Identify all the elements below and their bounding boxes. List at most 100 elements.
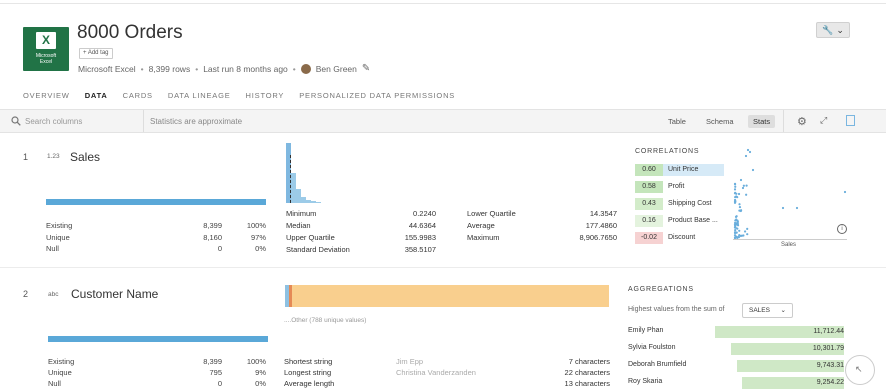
scatter-point xyxy=(737,235,740,239)
stat-value: 0.2240 xyxy=(413,209,436,218)
stat-value: 14.3547 xyxy=(589,209,617,218)
correlation-value: 0.60 xyxy=(635,164,663,176)
aggregation-name: Sylvia Foulston xyxy=(628,344,676,351)
cursor-icon: ↖ xyxy=(855,364,863,374)
owner-link[interactable]: Ben Green xyxy=(316,64,357,74)
scatter-point xyxy=(736,220,739,223)
correlation-row[interactable]: 0.16 Product Base ... xyxy=(635,215,724,227)
aggregation-name: Deborah Brumfield xyxy=(628,361,687,368)
string-stat-value: 7 characters xyxy=(568,357,610,366)
excel-logo: X Microsoft Excel xyxy=(23,27,69,71)
expand-icon[interactable]: ⤢ xyxy=(820,115,827,126)
histogram-bar xyxy=(316,202,321,203)
category-segment xyxy=(289,285,292,307)
chevron-down-icon: ⌄ xyxy=(836,24,844,35)
stat-label: Lower Quartile xyxy=(467,209,516,218)
stat-value: 0 xyxy=(217,244,222,253)
stat-percent: 100% xyxy=(246,221,266,230)
stat-label: Unique xyxy=(48,368,72,377)
stat-percent: 9% xyxy=(255,368,266,377)
completeness-bar xyxy=(48,336,268,342)
view-stats-button[interactable]: Stats xyxy=(748,115,776,128)
stat-label: Standard Deviation xyxy=(286,245,350,254)
last-run: Last run 8 months ago xyxy=(203,63,288,74)
avatar xyxy=(300,63,311,74)
stat-label: Existing xyxy=(46,221,73,230)
scatter-point xyxy=(745,184,748,187)
column-name-sales[interactable]: Sales xyxy=(70,150,100,164)
wrench-icon: 🔧 xyxy=(822,24,834,35)
scatter-point xyxy=(733,198,737,202)
stat-label: Median xyxy=(286,221,311,230)
scatter-point xyxy=(737,192,741,196)
stat-value: 8,399 xyxy=(203,357,222,366)
pencil-icon[interactable]: ✎ xyxy=(362,63,370,74)
tab-bar: OVERVIEW DATA CARDS DATA LINEAGE HISTORY PERS… xyxy=(23,91,470,100)
scatter-point xyxy=(733,201,737,204)
correlation-row[interactable]: -0.02 Discount xyxy=(635,232,724,244)
scatter-point xyxy=(741,186,745,190)
stat-value: 8,399 xyxy=(203,221,222,230)
correlation-row[interactable]: 0.60 Unit Price xyxy=(635,164,724,176)
approx-note: Statistics are approximate xyxy=(150,117,243,126)
stat-label: Upper Quartile xyxy=(286,233,335,242)
scatter-point xyxy=(733,226,737,229)
tab-history[interactable]: HISTORY xyxy=(246,91,285,100)
sales-histogram xyxy=(286,141,346,203)
tab-data-lineage[interactable]: DATA LINEAGE xyxy=(168,91,231,100)
add-tag-button[interactable]: + Add tag xyxy=(79,48,113,59)
column-name-customer[interactable]: Customer Name xyxy=(71,287,158,301)
aggregation-row[interactable]: Deborah Brumfield 9,743.31 xyxy=(628,360,846,373)
aggregation-value: 10,301.79 xyxy=(812,345,844,352)
scatter-point xyxy=(734,185,737,188)
view-schema-button[interactable]: Schema xyxy=(701,115,739,128)
scatter-point xyxy=(748,150,752,154)
view-table-button[interactable]: Table xyxy=(663,115,691,128)
aggregation-row[interactable]: Roy Skaria 9,254.22 xyxy=(628,377,846,390)
tab-cards[interactable]: CARDS xyxy=(123,91,153,100)
correlation-value: 0.58 xyxy=(635,181,663,193)
aggregation-field-select[interactable]: SALES ⌄ xyxy=(742,303,793,318)
search-input[interactable]: Search columns xyxy=(25,117,82,126)
logo-text-excel: Excel xyxy=(39,59,53,65)
dataset-meta: Microsoft Excel • 8,399 rows • Last run … xyxy=(78,63,370,74)
completeness-bar xyxy=(46,199,266,205)
correlation-row[interactable]: 0.58 Profit xyxy=(635,181,724,193)
string-stat-label: Average length xyxy=(284,379,335,388)
info-icon[interactable]: i xyxy=(837,224,847,234)
tab-overview[interactable]: OVERVIEW xyxy=(23,91,70,100)
aggregation-row[interactable]: Emily Phan 11,712.44 xyxy=(628,326,846,339)
scatter-point xyxy=(739,209,742,213)
search-icon xyxy=(11,116,21,126)
scatter-point xyxy=(740,234,744,237)
sales-scatter-plot xyxy=(733,148,847,240)
scatter-point xyxy=(734,215,738,218)
stat-value: 177.4860 xyxy=(585,221,617,230)
stat-existing: Existing 8,399 100% xyxy=(48,357,268,366)
stat-value: 155.9983 xyxy=(404,233,436,242)
stat-percent: 97% xyxy=(250,233,266,242)
scatter-point xyxy=(843,190,847,194)
stat-label: Null xyxy=(46,244,59,253)
tab-personalized-data-permissions[interactable]: PERSONALIZED DATA PERMISSIONS xyxy=(299,91,455,100)
scatter-point xyxy=(734,231,737,234)
scatter-point xyxy=(751,168,755,172)
stat-unique: Unique 8,160 97% xyxy=(46,233,266,242)
correlation-row[interactable]: 0.43 Shipping Cost xyxy=(635,198,724,210)
tab-data[interactable]: DATA xyxy=(85,91,108,100)
scatter-point xyxy=(735,192,738,195)
actions-menu-button[interactable]: 🔧 ⌄ xyxy=(816,22,850,38)
scatter-point xyxy=(746,148,750,152)
stat-label: Existing xyxy=(48,357,75,366)
gear-icon[interactable]: ⚙ xyxy=(797,115,807,128)
scroll-button[interactable]: ↖ xyxy=(845,355,875,385)
chevron-down-icon: ⌄ xyxy=(780,307,786,314)
aggregation-row[interactable]: Sylvia Foulston 10,301.79 xyxy=(628,343,846,356)
scatter-point xyxy=(746,233,749,236)
side-panel-icon[interactable] xyxy=(846,115,855,126)
string-stat-value: 13 characters xyxy=(564,379,610,388)
stat-value: 44.6364 xyxy=(408,221,436,230)
stat-value: 358.5107 xyxy=(404,245,436,254)
select-value: SALES xyxy=(749,307,770,314)
scatter-point xyxy=(739,178,743,182)
